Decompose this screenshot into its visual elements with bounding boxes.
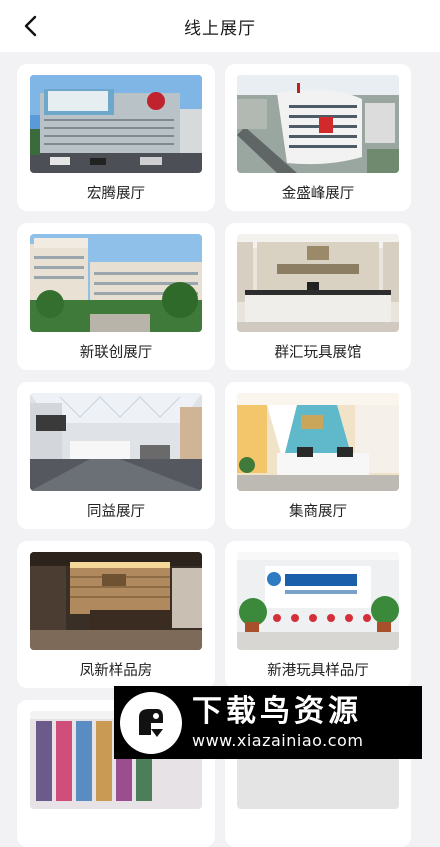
top-bar: 线上展厅	[0, 0, 440, 52]
showroom-name: 金盛峰展厅	[281, 186, 355, 202]
showroom-card[interactable]: 新联创展厅	[17, 223, 215, 370]
page-title: 线上展厅	[184, 18, 256, 39]
showroom-name: 同益展厅	[87, 504, 145, 520]
showroom-photo	[30, 552, 202, 650]
watermark-title: 下载鸟资源	[192, 694, 362, 729]
showroom-name: 宏腾展厅	[87, 186, 145, 202]
showroom-name: 新港玩具样品厅	[267, 663, 369, 679]
showroom-card[interactable]: 集商展厅	[225, 382, 411, 529]
showroom-card[interactable]: 宏腾展厅	[17, 64, 215, 211]
showroom-photo	[30, 75, 202, 173]
showroom-name: 新联创展厅	[79, 345, 153, 361]
showroom-card[interactable]: 同益展厅	[17, 382, 215, 529]
showroom-card[interactable]: 新港玩具样品厅	[225, 541, 411, 688]
showroom-name: 凤新样品房	[79, 663, 153, 679]
showroom-photo	[237, 75, 399, 173]
showroom-photo	[237, 393, 399, 491]
showroom-name: 集商展厅	[289, 504, 347, 520]
chevron-left-icon	[24, 15, 37, 37]
back-button[interactable]	[16, 11, 46, 41]
bird-logo-icon	[120, 691, 182, 754]
showroom-card[interactable]: 凤新样品房	[17, 541, 215, 688]
showroom-card[interactable]: 金盛峰展厅	[225, 64, 411, 211]
showroom-photo	[237, 234, 399, 332]
showroom-photo	[30, 393, 202, 491]
showroom-name: 群汇玩具展馆	[274, 345, 362, 361]
showroom-photo	[30, 234, 202, 332]
watermark-url: www.xiazainiao.com	[192, 731, 364, 750]
watermark-banner: 下载鸟资源 www.xiazainiao.com	[114, 686, 422, 759]
showroom-card[interactable]: 群汇玩具展馆	[225, 223, 411, 370]
showroom-photo	[237, 552, 399, 650]
